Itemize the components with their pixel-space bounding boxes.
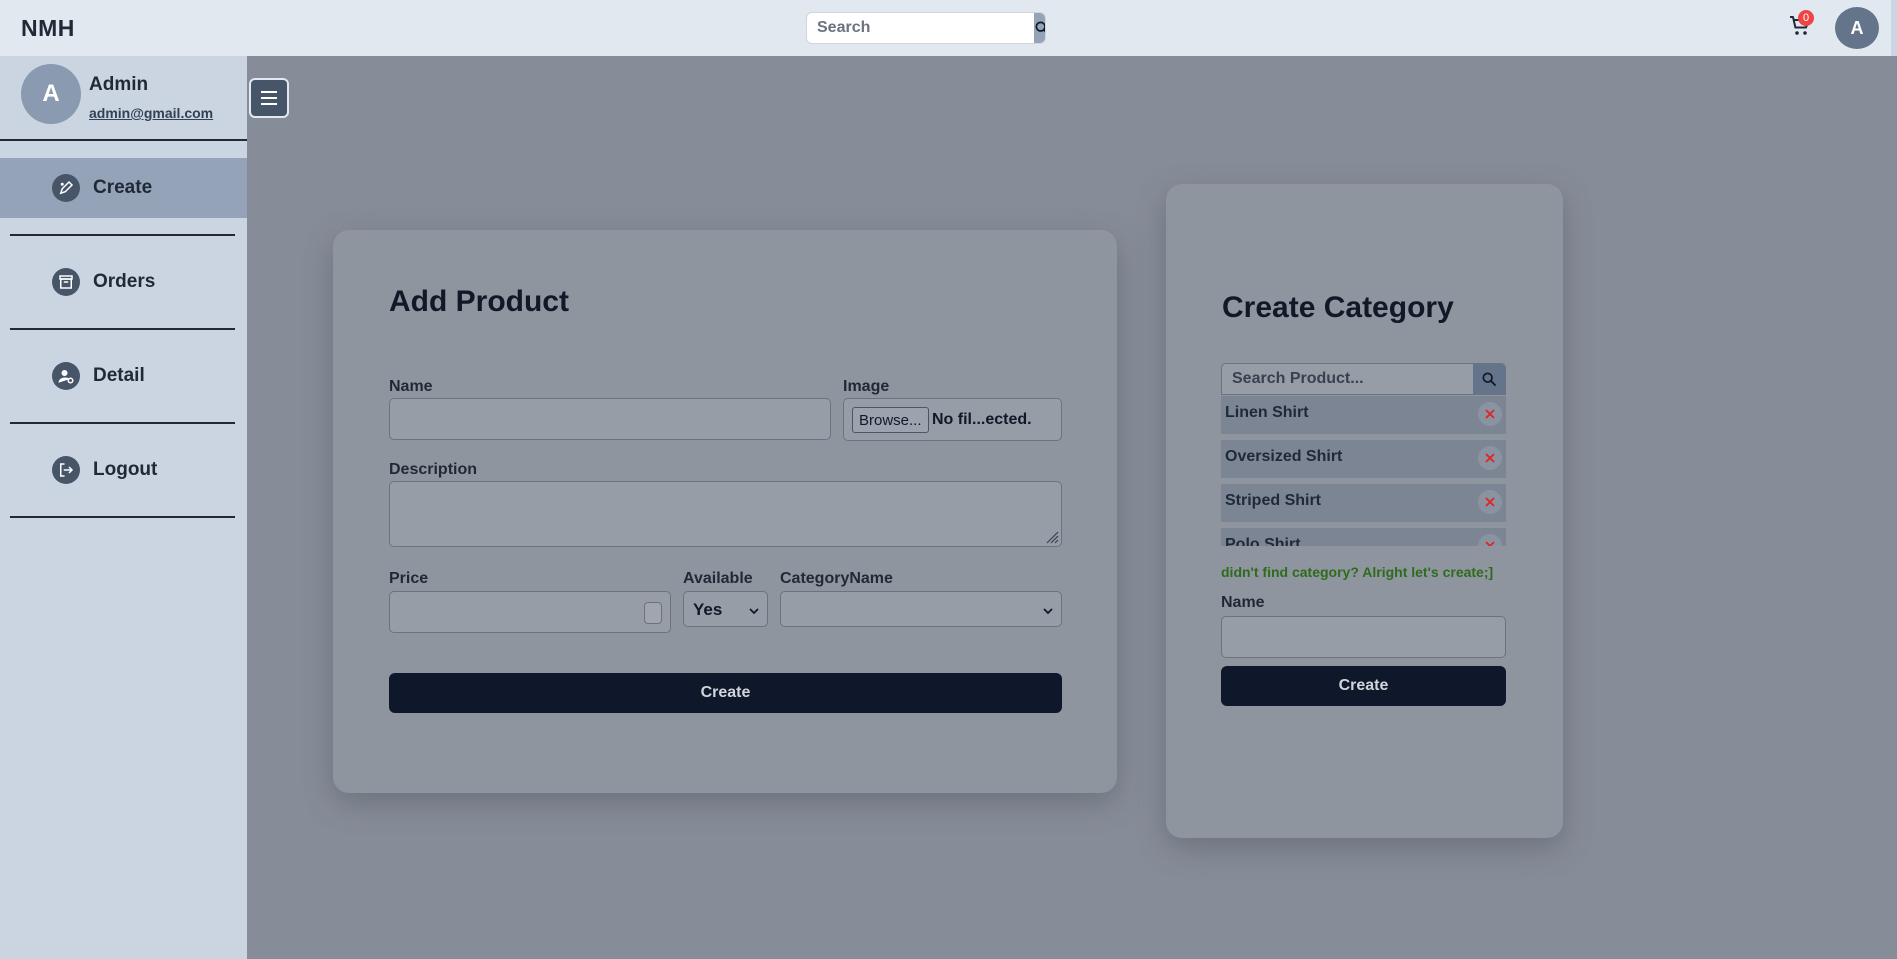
price-input[interactable]	[389, 591, 671, 633]
create-icon	[52, 174, 80, 202]
category-name-input[interactable]	[1221, 616, 1506, 658]
category-list[interactable]: Linen Shirt Oversized Shirt Striped Shir…	[1221, 396, 1506, 546]
category-name-label: CategoryName	[780, 570, 893, 587]
category-search-button[interactable]	[1473, 364, 1505, 394]
sidebar-item-orders[interactable]: Orders	[0, 252, 247, 312]
delete-category-button[interactable]	[1478, 490, 1502, 514]
sidebar-divider	[10, 234, 235, 236]
sidebar-item-label: Orders	[93, 271, 156, 292]
sidebar: A Admin admin@gmail.com Create Orders De…	[0, 56, 247, 959]
delete-category-button[interactable]	[1478, 402, 1502, 426]
cart-count-badge: 0	[1798, 10, 1814, 26]
delete-category-button[interactable]	[1478, 534, 1502, 546]
description-textarea[interactable]	[389, 481, 1062, 547]
product-name-input[interactable]	[389, 398, 831, 440]
price-label: Price	[389, 570, 429, 587]
search-input[interactable]	[807, 13, 1034, 43]
add-product-card: Add Product Name Image Browse... No fil.…	[333, 230, 1117, 793]
brand-logo[interactable]: NMH	[21, 15, 75, 42]
sidebar-item-logout[interactable]: Logout	[0, 440, 247, 500]
create-category-title: Create Category	[1222, 291, 1454, 324]
search-bar	[806, 12, 1046, 44]
orders-icon	[52, 268, 80, 296]
profile-email-link[interactable]: admin@gmail.com	[89, 105, 213, 121]
create-product-button[interactable]: Create	[389, 673, 1062, 713]
profile-name: Admin	[89, 74, 149, 95]
user-settings-icon	[52, 362, 80, 390]
category-item-label: Linen Shirt	[1225, 404, 1309, 421]
delete-category-button[interactable]	[1478, 446, 1502, 470]
file-status-text: No fil...ected.	[932, 411, 1032, 428]
profile-avatar: A	[21, 64, 81, 124]
image-file-input[interactable]: Browse... No fil...ected.	[843, 398, 1062, 441]
available-select[interactable]: Yes	[683, 591, 768, 627]
top-navbar: NMH 0 A	[0, 0, 1897, 56]
chevron-down-icon	[1043, 608, 1053, 615]
sidebar-divider	[10, 328, 235, 330]
close-icon	[1485, 409, 1495, 419]
create-category-hint: didn't find category? Alright let's crea…	[1221, 564, 1494, 580]
browse-button[interactable]: Browse...	[852, 407, 929, 433]
category-select[interactable]	[780, 591, 1062, 627]
category-name-label: Name	[1221, 594, 1265, 611]
menu-toggle-button[interactable]	[249, 78, 289, 118]
sidebar-divider	[10, 516, 235, 518]
price-stepper[interactable]	[644, 602, 662, 624]
chevron-down-icon	[749, 608, 759, 615]
name-label: Name	[389, 378, 433, 395]
category-search-bar: Search Product...	[1221, 363, 1506, 395]
close-icon	[1485, 453, 1495, 463]
sidebar-item-label: Logout	[93, 459, 158, 480]
close-icon	[1485, 541, 1495, 546]
search-icon	[1035, 21, 1045, 33]
add-product-title: Add Product	[389, 285, 569, 318]
page-scrollbar[interactable]	[1891, 0, 1897, 56]
resize-grip-icon[interactable]	[1045, 530, 1059, 544]
sidebar-divider	[10, 422, 235, 424]
list-item[interactable]: Polo Shirt	[1221, 528, 1506, 546]
list-item[interactable]: Oversized Shirt	[1221, 440, 1506, 481]
search-icon	[1482, 372, 1496, 386]
available-selected-value: Yes	[693, 600, 723, 619]
sidebar-item-label: Detail	[93, 365, 145, 386]
user-avatar[interactable]: A	[1835, 7, 1879, 49]
category-item-label: Oversized Shirt	[1225, 448, 1343, 465]
create-category-card: Create Category Search Product... Linen …	[1166, 184, 1563, 838]
close-icon	[1485, 497, 1495, 507]
category-item-label: Striped Shirt	[1225, 492, 1322, 509]
category-search-input[interactable]: Search Product...	[1232, 370, 1364, 388]
list-item[interactable]: Striped Shirt	[1221, 484, 1506, 525]
sidebar-item-label: Create	[93, 177, 153, 198]
image-label: Image	[843, 378, 890, 395]
logout-icon	[52, 456, 80, 484]
available-label: Available	[683, 570, 753, 587]
list-item[interactable]: Linen Shirt	[1221, 396, 1506, 437]
category-item-label: Polo Shirt	[1225, 536, 1301, 546]
create-category-button[interactable]: Create	[1221, 666, 1506, 706]
description-label: Description	[389, 461, 478, 478]
sidebar-item-detail[interactable]: Detail	[0, 346, 247, 406]
search-button[interactable]	[1034, 13, 1045, 43]
sidebar-divider	[0, 139, 247, 141]
menu-icon	[261, 91, 277, 93]
sidebar-item-create[interactable]: Create	[0, 158, 247, 218]
